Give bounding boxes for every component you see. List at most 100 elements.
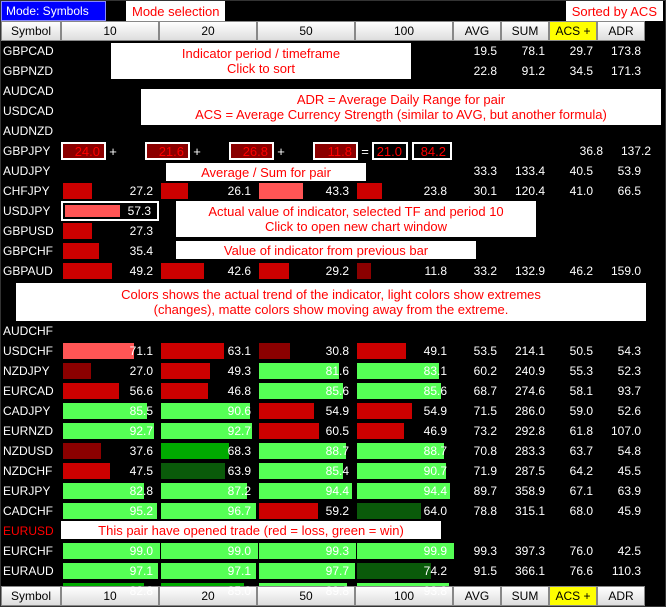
adr-header[interactable]: ADR bbox=[597, 21, 645, 41]
indicator-cell[interactable]: 54.9 bbox=[257, 401, 355, 421]
indicator-cell[interactable]: 42.6 bbox=[159, 261, 257, 281]
indicator-cell[interactable]: 57.3 bbox=[61, 201, 159, 221]
indicator-cell[interactable]: 49.1 bbox=[355, 341, 453, 361]
symbol-cell[interactable]: EURCHF bbox=[1, 541, 61, 561]
indicator-cell[interactable]: 90.6 bbox=[159, 401, 257, 421]
period-10-header[interactable]: 10 bbox=[61, 21, 159, 41]
symbol-cell[interactable]: GBPNZD bbox=[1, 61, 61, 81]
symbol-cell[interactable]: EURNZD bbox=[1, 421, 61, 441]
avg-footer[interactable]: AVG bbox=[453, 586, 501, 606]
indicator-cell[interactable]: 47.5 bbox=[61, 461, 159, 481]
indicator-cell[interactable]: 49.2 bbox=[61, 261, 159, 281]
adr-footer[interactable]: ADR bbox=[597, 586, 645, 606]
indicator-cell[interactable]: 94.4 bbox=[355, 481, 453, 501]
gbpjpy-v10[interactable]: 24.0 bbox=[61, 142, 106, 160]
indicator-cell[interactable]: 92.7 bbox=[159, 421, 257, 441]
indicator-cell[interactable]: 37.6 bbox=[61, 441, 159, 461]
indicator-cell[interactable]: 46.9 bbox=[355, 421, 453, 441]
indicator-cell[interactable]: 94.4 bbox=[257, 481, 355, 501]
indicator-cell[interactable]: 30.8 bbox=[257, 341, 355, 361]
sum-header[interactable]: SUM bbox=[501, 21, 549, 41]
indicator-cell[interactable]: 71.1 bbox=[61, 341, 159, 361]
indicator-cell[interactable]: 63.1 bbox=[159, 341, 257, 361]
symbol-cell[interactable]: NZDUSD bbox=[1, 441, 61, 461]
indicator-cell[interactable]: 85.4 bbox=[257, 461, 355, 481]
indicator-cell[interactable]: 88.7 bbox=[257, 441, 355, 461]
period-50-header[interactable]: 50 bbox=[257, 21, 355, 41]
indicator-cell[interactable]: 87.2 bbox=[159, 481, 257, 501]
symbol-cell[interactable]: EURUSD bbox=[1, 521, 61, 541]
symbol-cell[interactable]: GBPCHF bbox=[1, 241, 61, 261]
symbol-cell[interactable]: USDCHF bbox=[1, 341, 61, 361]
indicator-cell[interactable]: 60.5 bbox=[257, 421, 355, 441]
indicator-cell[interactable]: 99.0 bbox=[159, 541, 257, 561]
indicator-cell[interactable] bbox=[159, 321, 257, 341]
indicator-cell[interactable]: 97.7 bbox=[257, 561, 355, 581]
mode-button[interactable]: Mode: Symbols bbox=[1, 1, 106, 21]
indicator-cell[interactable]: 26.1 bbox=[159, 181, 257, 201]
indicator-cell[interactable] bbox=[355, 161, 453, 181]
period-20-header[interactable]: 20 bbox=[159, 21, 257, 41]
symbol-cell[interactable]: USDCAD bbox=[1, 101, 61, 121]
indicator-cell[interactable] bbox=[61, 321, 159, 341]
indicator-cell[interactable]: 63.9 bbox=[159, 461, 257, 481]
acs-footer[interactable]: ACS + bbox=[549, 586, 597, 606]
indicator-cell[interactable]: 35.4 bbox=[61, 241, 159, 261]
avg-header[interactable]: AVG bbox=[453, 21, 501, 41]
symbol-cell[interactable]: GBPCAD bbox=[1, 41, 61, 61]
symbol-cell[interactable]: AUDCAD bbox=[1, 81, 61, 101]
indicator-cell[interactable]: 23.8 bbox=[355, 181, 453, 201]
indicator-cell[interactable]: 85.6 bbox=[257, 381, 355, 401]
indicator-cell[interactable]: 27.2 bbox=[61, 181, 159, 201]
indicator-cell[interactable]: 29.2 bbox=[257, 261, 355, 281]
indicator-cell[interactable]: 64.0 bbox=[355, 501, 453, 521]
indicator-cell[interactable]: 49.3 bbox=[159, 361, 257, 381]
indicator-cell[interactable]: 83.1 bbox=[355, 361, 453, 381]
symbol-cell[interactable]: EURAUD bbox=[1, 561, 61, 581]
indicator-cell[interactable]: 99.3 bbox=[257, 541, 355, 561]
symbol-footer[interactable]: Symbol bbox=[1, 586, 61, 606]
indicator-cell[interactable]: 59.2 bbox=[257, 501, 355, 521]
indicator-cell[interactable]: 88.7 bbox=[355, 441, 453, 461]
symbol-cell[interactable]: CHFJPY bbox=[1, 181, 61, 201]
indicator-cell[interactable]: 95.2 bbox=[61, 501, 159, 521]
period-100-header[interactable]: 100 bbox=[355, 21, 453, 41]
indicator-cell[interactable]: 27.0 bbox=[61, 361, 159, 381]
gbpjpy-v50[interactable]: 26.8 bbox=[229, 142, 274, 160]
symbol-cell[interactable]: GBPJPY bbox=[1, 141, 61, 161]
indicator-cell[interactable] bbox=[355, 321, 453, 341]
indicator-cell[interactable]: 99.0 bbox=[61, 541, 159, 561]
symbol-cell[interactable]: EURCAD bbox=[1, 381, 61, 401]
indicator-cell[interactable]: 82.8 bbox=[61, 481, 159, 501]
sum-footer[interactable]: SUM bbox=[501, 586, 549, 606]
indicator-cell[interactable]: 85.6 bbox=[355, 381, 453, 401]
symbol-cell[interactable]: AUDCHF bbox=[1, 321, 61, 341]
gbpjpy-v100[interactable]: 11.8 bbox=[313, 142, 358, 160]
indicator-cell[interactable]: 11.8 bbox=[355, 261, 453, 281]
gbpjpy-v20[interactable]: 21.6 bbox=[145, 142, 190, 160]
indicator-cell[interactable]: 81.6 bbox=[257, 361, 355, 381]
symbol-cell[interactable]: CADJPY bbox=[1, 401, 61, 421]
symbol-cell[interactable]: CADCHF bbox=[1, 501, 61, 521]
symbol-cell[interactable]: NZDJPY bbox=[1, 361, 61, 381]
indicator-cell[interactable]: 54.9 bbox=[355, 401, 453, 421]
indicator-cell[interactable]: 92.7 bbox=[61, 421, 159, 441]
symbol-cell[interactable]: NZDCHF bbox=[1, 461, 61, 481]
indicator-cell[interactable]: 68.3 bbox=[159, 441, 257, 461]
indicator-cell[interactable]: 56.6 bbox=[61, 381, 159, 401]
indicator-cell[interactable]: 74.2 bbox=[355, 561, 453, 581]
acs-header[interactable]: ACS + bbox=[549, 21, 597, 41]
symbol-cell[interactable]: USDJPY bbox=[1, 201, 61, 221]
symbol-cell[interactable]: EURJPY bbox=[1, 481, 61, 501]
indicator-cell[interactable] bbox=[61, 161, 159, 181]
symbol-cell[interactable]: GBPAUD bbox=[1, 261, 61, 281]
indicator-cell[interactable]: 96.7 bbox=[159, 501, 257, 521]
symbol-cell[interactable]: AUDJPY bbox=[1, 161, 61, 181]
indicator-cell[interactable]: 43.3 bbox=[257, 181, 355, 201]
indicator-cell[interactable]: 85.5 bbox=[61, 401, 159, 421]
indicator-cell[interactable]: 27.3 bbox=[61, 221, 159, 241]
symbol-header[interactable]: Symbol bbox=[1, 21, 61, 41]
indicator-cell[interactable]: 97.1 bbox=[61, 561, 159, 581]
symbol-cell[interactable]: GBPUSD bbox=[1, 221, 61, 241]
indicator-cell[interactable]: 46.8 bbox=[159, 381, 257, 401]
